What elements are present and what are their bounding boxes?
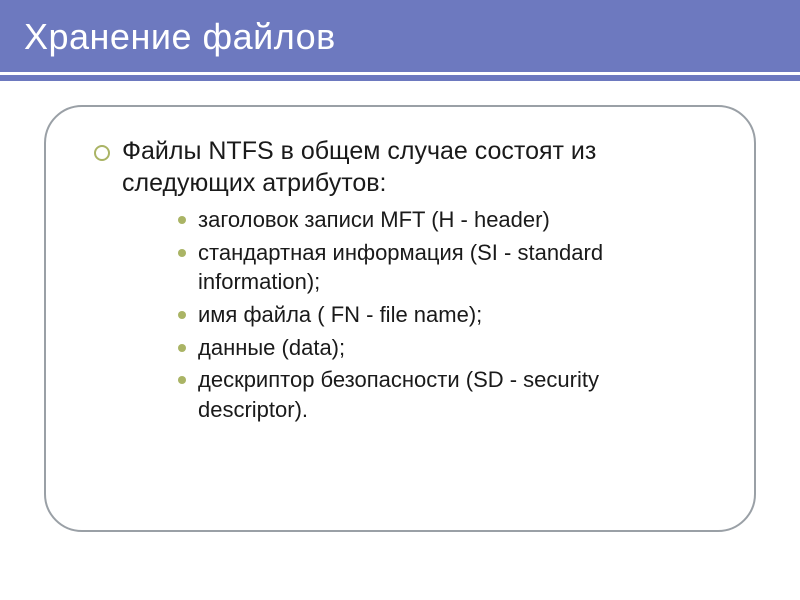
top-list: Файлы NTFS в общем случае состоят из сле… [96,135,714,425]
slide-title: Хранение файлов [24,16,800,58]
list-item: заголовок записи MFT (H - header) [122,205,714,235]
content-box: Файлы NTFS в общем случае состоят из сле… [44,105,756,532]
main-bullet-text: Файлы NTFS в общем случае состоят из сле… [122,137,596,197]
sub-list: заголовок записи MFT (H - header) станда… [122,205,714,425]
slide-header: Хранение файлов [0,0,800,75]
list-item: данные (data); [122,333,714,363]
content-wrap: Файлы NTFS в общем случае состоят из сле… [44,105,756,532]
list-item: стандартная информация (SI - standard in… [122,238,714,297]
header-underline [0,78,800,81]
list-item: имя файла ( FN - file name); [122,300,714,330]
main-bullet: Файлы NTFS в общем случае состоят из сле… [96,135,714,425]
list-item: дескриптор безопасности (SD - security d… [122,365,714,424]
